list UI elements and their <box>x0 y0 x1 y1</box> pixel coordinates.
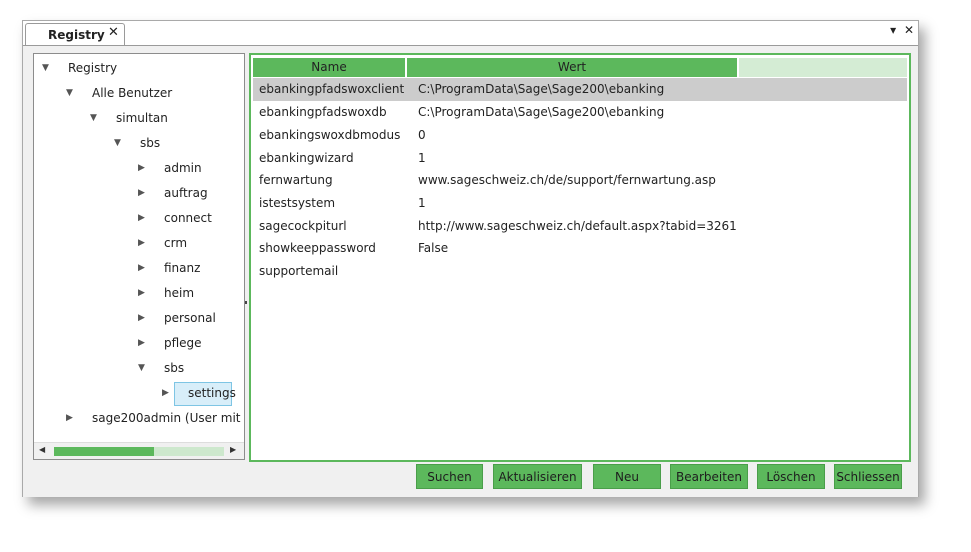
collapse-arrow-icon[interactable]: ▶ <box>138 231 145 256</box>
table-row[interactable]: ebankingpfadswoxclient C:\ProgramData\Sa… <box>253 78 907 101</box>
collapse-arrow-icon[interactable]: ▶ <box>138 156 145 181</box>
aktualisieren-button[interactable]: Aktualisieren <box>493 464 582 489</box>
collapse-arrow-icon[interactable]: ▶ <box>138 281 145 306</box>
column-header-name[interactable]: Name <box>253 58 405 77</box>
tree-node-label: sage200admin (User mit Ac <box>92 411 245 425</box>
scroll-left-icon[interactable]: ◀ <box>39 445 45 454</box>
cell-value: 0 <box>418 128 426 142</box>
tree-node-label: simultan <box>116 111 168 125</box>
column-header-wert[interactable]: Wert <box>407 58 737 77</box>
scrollbar-track[interactable] <box>154 447 224 456</box>
cell-value: C:\ProgramData\Sage\Sage200\ebanking <box>418 105 665 119</box>
tree-node-label: admin <box>164 161 202 175</box>
cell-name: istestsystem <box>259 196 336 210</box>
tree-node-label: sbs <box>164 361 185 375</box>
cell-name: sagecockpiturl <box>259 219 347 233</box>
cell-name: fernwartung <box>259 173 333 187</box>
schliessen-button[interactable]: Schliessen <box>834 464 902 489</box>
cell-value: False <box>418 241 449 255</box>
cell-name: ebankingpfadswoxdb <box>259 105 387 119</box>
tree-node-auftrag[interactable]: ▶ auftrag <box>34 181 244 206</box>
tree-node-label: pflege <box>164 336 202 350</box>
table-row[interactable]: istestsystem 1 <box>253 192 907 215</box>
cell-value: www.sageschweiz.ch/de/support/fernwartun… <box>418 173 716 187</box>
expand-arrow-icon[interactable]: ▼ <box>42 56 49 81</box>
table-row[interactable]: ebankingpfadswoxdb C:\ProgramData\Sage\S… <box>253 101 907 124</box>
collapse-arrow-icon[interactable]: ▶ <box>138 206 145 231</box>
tree-node-admin[interactable]: ▶ admin <box>34 156 244 181</box>
column-header-filler <box>739 58 907 77</box>
table-row[interactable]: showkeeppassword False <box>253 237 907 260</box>
tab-registry[interactable]: Registry ✕ <box>25 23 125 46</box>
tree-node-settings[interactable]: ▶ settings <box>34 381 244 406</box>
cell-value: C:\ProgramData\Sage\Sage200\ebanking <box>418 82 665 96</box>
tree-node-label: sbs <box>140 136 161 150</box>
collapse-arrow-icon[interactable]: ▶ <box>66 406 73 431</box>
tab-title: Registry <box>48 28 105 42</box>
grid-header: Name Wert <box>253 58 907 77</box>
table-row[interactable]: sagecockpiturl http://www.sageschweiz.ch… <box>253 215 907 238</box>
window-controls: ▾ ✕ <box>886 23 914 37</box>
cell-name: ebankingswoxdbmodus <box>259 128 401 142</box>
table-row[interactable]: supportemail <box>253 260 907 283</box>
expand-arrow-icon[interactable]: ▼ <box>114 131 121 156</box>
tree-node-label: auftrag <box>164 186 208 200</box>
collapse-arrow-icon[interactable]: ▶ <box>138 256 145 281</box>
expand-arrow-icon[interactable]: ▼ <box>138 356 145 381</box>
expand-arrow-icon[interactable]: ▼ <box>66 81 73 106</box>
cell-value: http://www.sageschweiz.ch/default.aspx?t… <box>418 219 737 233</box>
tree-node-sbs-sub[interactable]: ▼ sbs <box>34 356 244 381</box>
loeschen-button[interactable]: Löschen <box>757 464 825 489</box>
tree-node-label: finanz <box>164 261 201 275</box>
cell-name: ebankingpfadswoxclient <box>259 82 405 96</box>
scroll-right-icon[interactable]: ▶ <box>230 445 236 454</box>
cell-name: ebankingwizard <box>259 151 354 165</box>
table-row[interactable]: ebankingswoxdbmodus 0 <box>253 124 907 147</box>
table-row[interactable]: fernwartung www.sageschweiz.ch/de/suppor… <box>253 169 907 192</box>
registry-tree: ▼ Registry ▼ Alle Benutzer ▼ simultan ▼ … <box>33 53 245 460</box>
close-icon[interactable]: ✕ <box>108 25 119 40</box>
tree-node-registry[interactable]: ▼ Registry <box>34 56 244 81</box>
tree-node-personal[interactable]: ▶ personal <box>34 306 244 331</box>
collapse-arrow-icon[interactable]: ▶ <box>138 331 145 356</box>
collapse-arrow-icon[interactable]: ▶ <box>138 181 145 206</box>
tree-node-label: Alle Benutzer <box>92 86 173 100</box>
tree-node-connect[interactable]: ▶ connect <box>34 206 244 231</box>
tree-node-pflege[interactable]: ▶ pflege <box>34 331 244 356</box>
tree-horizontal-scrollbar[interactable]: ◀ ▶ <box>34 442 244 459</box>
expand-arrow-icon[interactable]: ▼ <box>90 106 97 131</box>
collapse-arrow-icon[interactable]: ▶ <box>162 381 169 406</box>
registry-grid: Name Wert ebankingpfadswoxclient C:\Prog… <box>249 53 911 462</box>
suchen-button[interactable]: Suchen <box>416 464 483 489</box>
tree-node-simultan[interactable]: ▼ simultan <box>34 106 244 131</box>
tab-strip: Registry ✕ ▾ ✕ <box>23 21 918 46</box>
splitter-grip[interactable] <box>245 301 247 304</box>
cell-name: supportemail <box>259 264 339 278</box>
tree-node-sage200admin[interactable]: ▶ sage200admin (User mit Ac <box>34 406 244 431</box>
tree-node-finanz[interactable]: ▶ finanz <box>34 256 244 281</box>
table-row[interactable]: ebankingwizard 1 <box>253 147 907 170</box>
tree-node-alle-benutzer[interactable]: ▼ Alle Benutzer <box>34 81 244 106</box>
registry-window: Registry ✕ ▾ ✕ ▼ Registry ▼ Alle Benutze… <box>22 20 919 497</box>
dropdown-arrow-icon[interactable]: ▾ <box>890 23 896 37</box>
tree-node-label: heim <box>164 286 195 300</box>
collapse-arrow-icon[interactable]: ▶ <box>138 306 145 331</box>
window-close-icon[interactable]: ✕ <box>904 23 914 37</box>
neu-button[interactable]: Neu <box>593 464 661 489</box>
scrollbar-thumb[interactable] <box>54 447 154 456</box>
tree-node-label: crm <box>164 236 188 250</box>
tree-node-heim[interactable]: ▶ heim <box>34 281 244 306</box>
tree-node-label: connect <box>164 211 212 225</box>
tree-node-label: personal <box>164 311 216 325</box>
cell-value: 1 <box>418 196 426 210</box>
bearbeiten-button[interactable]: Bearbeiten <box>670 464 748 489</box>
tree-node-crm[interactable]: ▶ crm <box>34 231 244 256</box>
tree-node-label: Registry <box>68 61 118 75</box>
cell-name: showkeeppassword <box>259 241 376 255</box>
content-area: ▼ Registry ▼ Alle Benutzer ▼ simultan ▼ … <box>23 45 918 497</box>
cell-value: 1 <box>418 151 426 165</box>
tree-node-sbs[interactable]: ▼ sbs <box>34 131 244 156</box>
tree-node-label: settings <box>188 386 236 400</box>
